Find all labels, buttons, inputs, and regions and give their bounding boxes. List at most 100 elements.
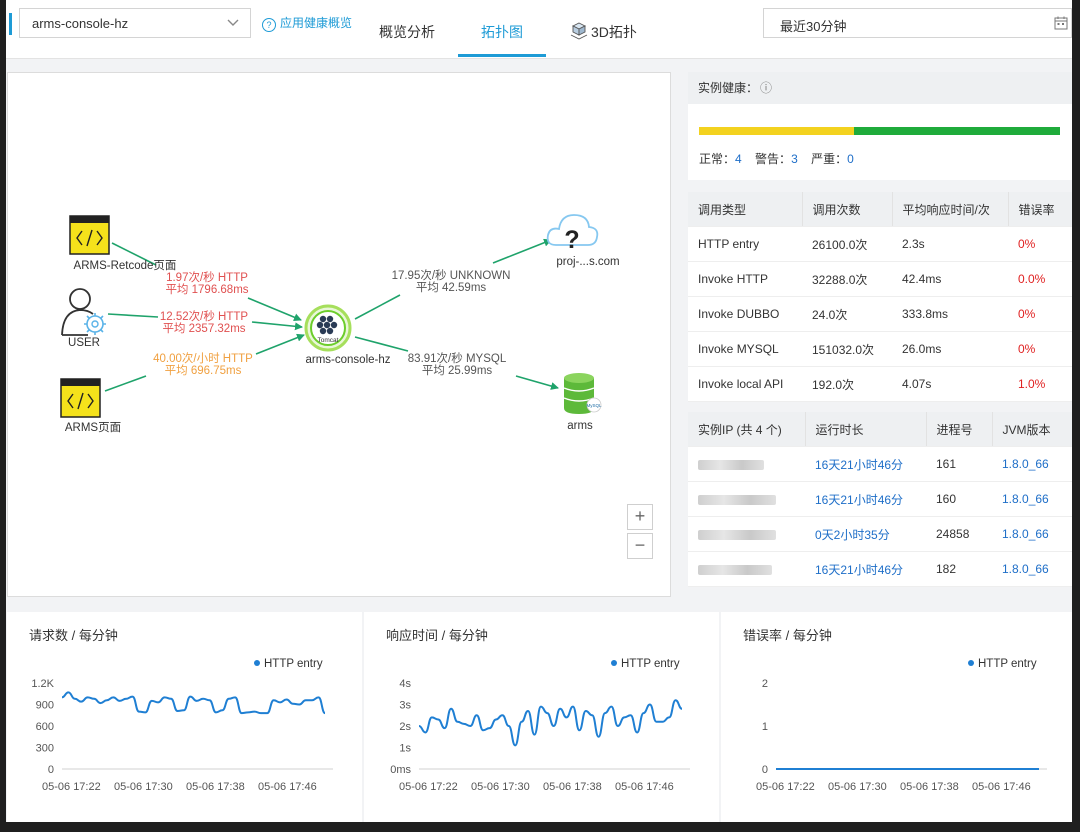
edge-proj-avg: 平均 42.59ms <box>416 281 487 294</box>
instance-health-card: 实例健康： ⓘ 正常：4 警告：3 严重：0 <box>688 72 1072 180</box>
y-tick-label: 0ms <box>390 764 411 776</box>
col-instance-ip[interactable]: 实例IP (共 4 个) <box>688 412 806 447</box>
series-line <box>61 691 326 715</box>
x-tick-label: 05-06 17:46 <box>972 781 1031 793</box>
chart-response-time[interactable]: HTTP entry 0ms 1s 2s 3s 4s 05-06 17:22 05-06 17… <box>364 612 719 822</box>
instance-jvm[interactable]: 1.8.0_66 <box>992 551 1072 587</box>
tab-overview[interactable]: 概览分析 <box>379 22 435 42</box>
accent-bar <box>9 13 12 35</box>
node-mysql-db[interactable]: MySQL arms <box>563 373 602 432</box>
col-avg-response[interactable]: 平均响应时间/次 <box>892 192 1009 227</box>
call-type-card: 调用类型 调用次数 平均响应时间/次 错误率 HTTP entry 26100.… <box>688 192 1072 402</box>
call-avg: 26.0ms <box>892 331 1008 367</box>
node-center-app[interactable]: Tomcat arms-console-hz <box>304 304 391 366</box>
col-call-type[interactable]: 调用类型 <box>688 192 803 227</box>
instance-uptime[interactable]: 16天21小时46分 <box>805 551 926 587</box>
legend-label[interactable]: HTTP entry <box>978 658 1037 670</box>
col-pid[interactable]: 进程号 <box>926 412 993 447</box>
tab-topology[interactable]: 拓扑图 <box>481 22 523 42</box>
health-overview-link[interactable]: ? 应用健康概览 <box>262 14 352 32</box>
call-table-header: 调用类型 调用次数 平均响应时间/次 错误率 <box>688 192 1072 227</box>
legend-dot <box>968 660 974 666</box>
table-row[interactable]: 16天21小时46分 160 1.8.0_66 <box>688 481 1072 517</box>
call-avg: 42.4ms <box>892 261 1008 297</box>
table-row[interactable]: Invoke MYSQL 151032.0次 26.0ms 0% <box>688 331 1072 367</box>
app-select[interactable]: arms-console-hz <box>19 8 251 38</box>
severe-count[interactable]: 0 <box>847 152 854 166</box>
time-range-select[interactable]: 最近30分钟 <box>763 8 1072 38</box>
instance-uptime[interactable]: 16天21小时46分 <box>805 446 926 482</box>
code-page-icon <box>69 215 110 255</box>
legend-label[interactable]: HTTP entry <box>621 658 680 670</box>
table-row[interactable]: 16天21小时46分 182 1.8.0_66 <box>688 551 1072 587</box>
node-arms-page[interactable]: ARMS页面 <box>60 378 121 434</box>
x-tick-label: 05-06 17:46 <box>615 781 674 793</box>
table-row[interactable]: Invoke DUBBO 24.0次 333.8ms 0% <box>688 296 1072 332</box>
y-tick-label: 1.2K <box>31 678 54 690</box>
y-tick-label: 300 <box>36 743 54 755</box>
table-row[interactable]: Invoke HTTP 32288.0次 42.4ms 0.0% <box>688 261 1072 297</box>
table-row[interactable]: Invoke local API 192.0次 4.07s 1.0% <box>688 366 1072 402</box>
tomcat-badge: Tomcat <box>318 337 339 344</box>
node-user[interactable]: USER <box>61 288 106 349</box>
call-type: Invoke DUBBO <box>688 296 802 332</box>
col-call-count[interactable]: 调用次数 <box>802 192 893 227</box>
instance-uptime[interactable]: 0天2小时35分 <box>805 516 926 552</box>
chart-error-panel: 错误率 / 每分钟 HTTP entry 0 1 2 05-06 17:22 05-06 … <box>721 612 1072 822</box>
active-tab-indicator <box>458 54 546 57</box>
table-row[interactable]: HTTP entry 26100.0次 2.3s 0% <box>688 226 1072 262</box>
x-tick-label: 05-06 17:22 <box>399 781 458 793</box>
y-tick-label: 600 <box>36 721 54 733</box>
legend-label[interactable]: HTTP entry <box>264 658 323 670</box>
instance-jvm[interactable]: 1.8.0_66 <box>992 516 1072 552</box>
node-arms-page-label: ARMS页面 <box>65 422 121 434</box>
instance-uptime[interactable]: 16天21小时46分 <box>805 481 926 517</box>
code-page-icon <box>60 378 101 418</box>
user-gear-icon <box>61 288 106 336</box>
x-tick-label: 05-06 17:30 <box>114 781 173 793</box>
database-icon: MySQL <box>563 373 602 414</box>
tab-3d-topology[interactable]: 3D拓扑 <box>569 21 637 42</box>
zoom-out-button[interactable]: − <box>627 533 653 559</box>
node-center-label: arms-console-hz <box>306 354 391 366</box>
svg-text:?: ? <box>564 226 579 254</box>
col-uptime[interactable]: 运行时长 <box>805 412 927 447</box>
y-tick-label: 2s <box>399 721 411 733</box>
call-type: HTTP entry <box>688 226 802 262</box>
warn-count[interactable]: 3 <box>791 152 798 166</box>
tomcat-icon: Tomcat <box>304 304 352 352</box>
col-error-rate[interactable]: 错误率 <box>1008 192 1072 227</box>
chart-response-panel: 响应时间 / 每分钟 HTTP entry 0ms 1s 2s 3s 4s 05-06 17… <box>364 612 719 822</box>
x-tick-label: 05-06 17:46 <box>258 781 317 793</box>
topology-panel[interactable]: 1.97次/秒 HTTP 平均 1796.68ms 12.52次/秒 HTTP … <box>7 72 671 597</box>
normal-count[interactable]: 4 <box>735 152 742 166</box>
chart-requests[interactable]: HTTP entry 0 300 600 900 1.2K 05-06 17:22 05-06… <box>7 612 362 822</box>
node-retcode-page[interactable]: ARMS-Retcode页面 <box>69 215 176 272</box>
call-avg: 333.8ms <box>892 296 1008 332</box>
call-type: Invoke HTTP <box>688 261 802 297</box>
zoom-in-button[interactable]: + <box>627 504 653 530</box>
cube-stack-icon <box>570 22 588 40</box>
table-row[interactable]: 0天2小时35分 24858 1.8.0_66 <box>688 516 1072 552</box>
node-unknown-service[interactable]: ? proj-...s.com <box>546 214 620 268</box>
instance-jvm[interactable]: 1.8.0_66 <box>992 481 1072 517</box>
instance-pid: 160 <box>926 481 992 517</box>
call-count: 24.0次 <box>802 296 892 332</box>
info-icon[interactable]: ⓘ <box>760 81 772 95</box>
x-tick-label: 05-06 17:30 <box>828 781 887 793</box>
chart-error-rate[interactable]: HTTP entry 0 1 2 05-06 17:22 05-06 17:30 05-06… <box>721 612 1072 822</box>
x-tick-label: 05-06 17:22 <box>42 781 101 793</box>
instance-ip-redacted <box>688 481 805 517</box>
y-tick-label: 1s <box>399 743 411 755</box>
call-avg: 2.3s <box>892 226 1008 262</box>
instance-health-header: 实例健康： ⓘ <box>688 72 1072 104</box>
col-jvm-version[interactable]: JVM版本 <box>992 412 1072 447</box>
instance-jvm[interactable]: 1.8.0_66 <box>992 446 1072 482</box>
topology-graph: 1.97次/秒 HTTP 平均 1796.68ms 12.52次/秒 HTTP … <box>60 214 620 434</box>
instance-list-card: 实例IP (共 4 个) 运行时长 进程号 JVM版本 16天21小时46分 1… <box>688 412 1072 587</box>
call-avg: 4.07s <box>892 366 1008 402</box>
top-bar: arms-console-hz ? 应用健康概览 概览分析 拓扑图 3D拓扑 最近… <box>6 0 1072 59</box>
table-row[interactable]: 16天21小时46分 161 1.8.0_66 <box>688 446 1072 482</box>
call-count: 26100.0次 <box>802 226 892 262</box>
node-proj-label: proj-...s.com <box>556 256 619 268</box>
